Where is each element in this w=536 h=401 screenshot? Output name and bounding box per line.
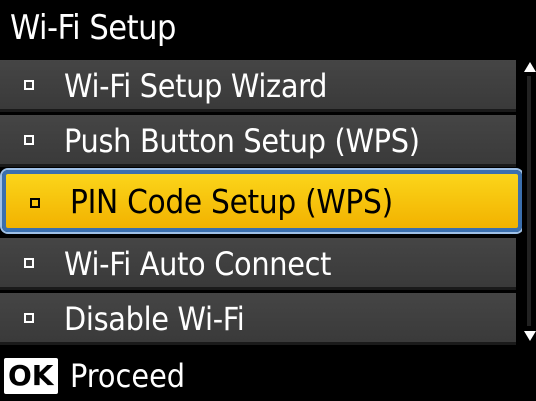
- menu-item-label: PIN Code Setup (WPS): [70, 182, 393, 221]
- bullet-icon: [24, 80, 34, 90]
- title-bar: Wi-Fi Setup: [0, 0, 536, 56]
- scrollbar[interactable]: [522, 60, 536, 345]
- menu-item-pin-code-setup[interactable]: PIN Code Setup (WPS): [2, 170, 522, 232]
- menu-item-label: Wi-Fi Auto Connect: [64, 245, 332, 283]
- arrow-down-icon[interactable]: [524, 331, 536, 341]
- arrow-up-icon[interactable]: [524, 62, 536, 72]
- menu-item-disable-wifi[interactable]: Disable Wi-Fi: [0, 293, 516, 345]
- bullet-icon: [30, 198, 40, 208]
- menu-item-label: Push Button Setup (WPS): [64, 122, 420, 160]
- menu-item-wifi-setup-wizard[interactable]: Wi-Fi Setup Wizard: [0, 60, 516, 112]
- page-title: Wi-Fi Setup: [10, 8, 176, 48]
- menu-item-wifi-auto-connect[interactable]: Wi-Fi Auto Connect: [0, 238, 516, 290]
- bullet-icon: [24, 313, 34, 323]
- menu-item-label: Disable Wi-Fi: [64, 300, 245, 338]
- proceed-label: Proceed: [70, 357, 186, 395]
- bullet-icon: [24, 258, 34, 268]
- menu-item-label: Wi-Fi Setup Wizard: [64, 67, 328, 105]
- scroll-track: [527, 76, 531, 326]
- wifi-setup-menu: Wi-Fi Setup Wizard Push Button Setup (WP…: [0, 60, 522, 345]
- menu-item-push-button-setup[interactable]: Push Button Setup (WPS): [0, 115, 516, 167]
- lcd-screen: Wi-Fi Setup Wi-Fi Setup Wizard Push Butt…: [0, 0, 536, 401]
- ok-button-icon[interactable]: OK: [4, 358, 58, 394]
- bullet-icon: [24, 135, 34, 145]
- footer-bar: OK Proceed: [0, 352, 536, 401]
